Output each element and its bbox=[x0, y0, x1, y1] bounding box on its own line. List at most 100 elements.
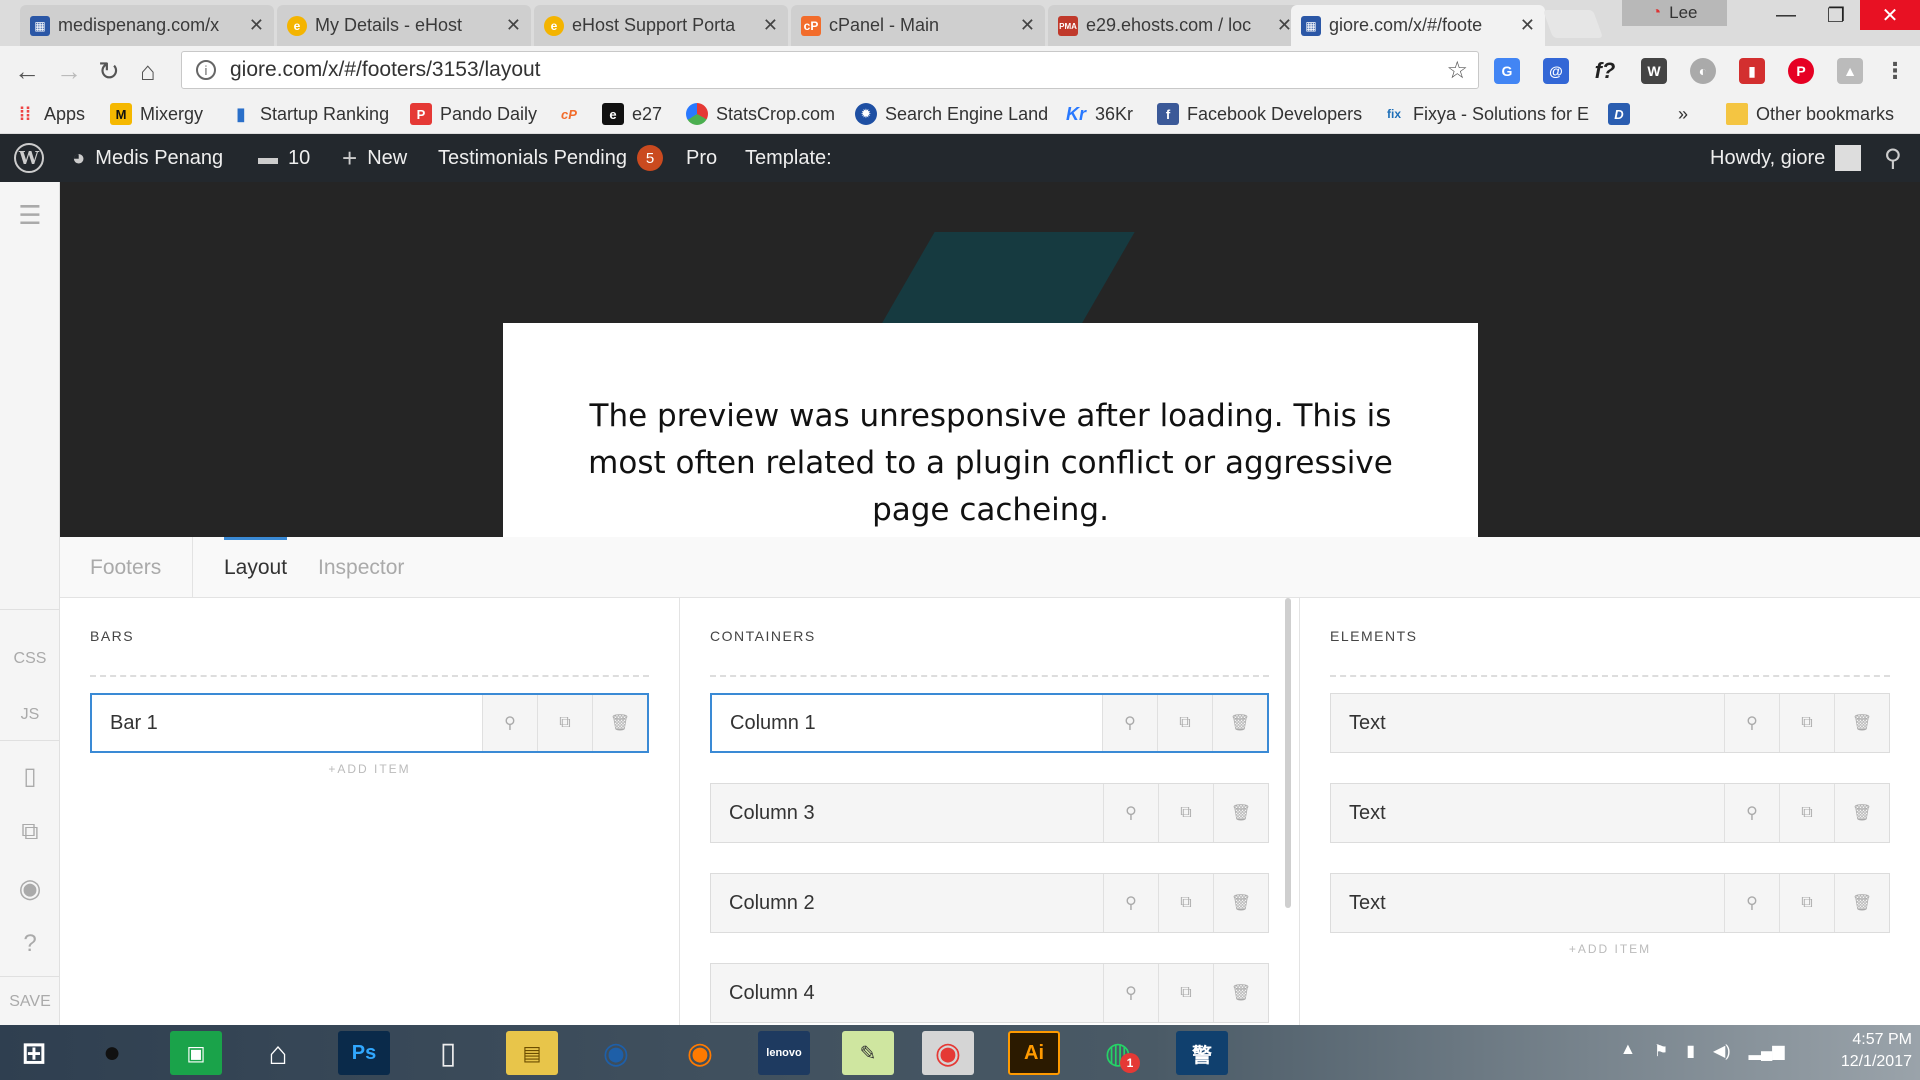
extension-icon[interactable]: ▮ bbox=[1739, 58, 1765, 84]
browser-tab[interactable]: ▦ medispenang.com/x ✕ bbox=[20, 5, 274, 46]
tab-layout[interactable]: Layout bbox=[224, 537, 288, 598]
container-item[interactable]: Column 1 ⚲ ⧉ 🗑 bbox=[710, 693, 1269, 753]
inspect-search-icon[interactable]: ⚲ bbox=[1724, 784, 1779, 842]
js-button[interactable]: JS bbox=[0, 700, 60, 730]
extension-icon[interactable]: ◐ bbox=[1690, 58, 1716, 84]
howdy-user-menu[interactable]: Howdy, giore bbox=[1710, 134, 1862, 182]
trash-icon[interactable]: 🗑 bbox=[1834, 784, 1889, 842]
close-window-button[interactable]: ✕ bbox=[1860, 0, 1920, 30]
bookmark-item[interactable]: f Facebook Developers bbox=[1157, 100, 1362, 128]
file-icon[interactable]: ▯ bbox=[422, 1031, 474, 1075]
duplicate-icon[interactable]: ⧉ bbox=[1779, 874, 1834, 932]
add-item-button[interactable]: +ADD ITEM bbox=[60, 762, 679, 776]
browser-tab[interactable]: e eHost Support Porta ✕ bbox=[534, 5, 788, 46]
trash-icon[interactable]: 🗑 bbox=[1213, 874, 1268, 932]
volume-icon[interactable]: ◀) bbox=[1713, 1041, 1731, 1061]
duplicate-icon[interactable]: ⧉ bbox=[1779, 784, 1834, 842]
admin-search-button[interactable]: ⚲ bbox=[1884, 134, 1902, 182]
network-icon[interactable]: ▂▄▆ bbox=[1749, 1041, 1785, 1061]
bookmarks-overflow-button[interactable]: » bbox=[1678, 100, 1688, 128]
pro-link[interactable]: Pro bbox=[686, 134, 717, 182]
new-content-link[interactable]: + New bbox=[342, 134, 407, 182]
menu-kebab-icon[interactable]: ⋮ bbox=[1882, 58, 1908, 84]
close-tab-icon[interactable]: ✕ bbox=[1520, 15, 1535, 36]
drive-icon[interactable]: ▲ bbox=[1837, 58, 1863, 84]
duplicate-icon[interactable]: ⧉ bbox=[1158, 784, 1213, 842]
site-name-link[interactable]: ◕ Medis Penang bbox=[72, 134, 223, 182]
inspect-search-icon[interactable]: ⚲ bbox=[1103, 784, 1158, 842]
photoshop-icon[interactable]: Ps bbox=[338, 1031, 390, 1075]
profile-button[interactable]: ◔ Lee bbox=[1622, 0, 1727, 26]
add-item-button[interactable]: +ADD ITEM bbox=[1300, 942, 1920, 956]
font-extension-icon[interactable]: f? bbox=[1592, 58, 1618, 84]
qq-icon[interactable]: ● bbox=[86, 1031, 138, 1075]
restore-button[interactable]: ❐ bbox=[1812, 0, 1860, 30]
reload-icon[interactable]: ↻ bbox=[98, 56, 120, 87]
thunderbird-icon[interactable]: ◉ bbox=[590, 1031, 642, 1075]
whatsapp-icon[interactable]: ◍ 1 bbox=[1092, 1031, 1144, 1075]
bookmark-item[interactable]: fix Fixya - Solutions for E bbox=[1383, 100, 1593, 128]
other-bookmarks-folder[interactable]: Other bookmarks bbox=[1726, 100, 1894, 128]
minimize-button[interactable]: — bbox=[1762, 0, 1810, 30]
wordpress-logo-button[interactable]: W bbox=[14, 134, 44, 182]
illustrator-icon[interactable]: Ai bbox=[1008, 1031, 1060, 1075]
tab-inspector[interactable]: Inspector bbox=[318, 537, 404, 598]
home-icon[interactable]: ⌂ bbox=[252, 1031, 304, 1075]
template-link[interactable]: Template: bbox=[745, 134, 832, 182]
bookmark-item[interactable]: StatsCrop.com bbox=[686, 100, 835, 128]
scrollbar[interactable] bbox=[1285, 598, 1291, 908]
trash-icon[interactable]: 🗑 bbox=[1213, 964, 1268, 1022]
inspect-search-icon[interactable]: ⚲ bbox=[1103, 964, 1158, 1022]
css-button[interactable]: CSS bbox=[0, 644, 60, 674]
responsive-preview-icon[interactable]: ▯ bbox=[0, 758, 60, 794]
google-translate-icon[interactable]: G bbox=[1494, 58, 1520, 84]
app-icon[interactable]: 警 bbox=[1176, 1031, 1228, 1075]
testimonials-pending-link[interactable]: Testimonials Pending 5 bbox=[438, 134, 663, 182]
lenovo-icon[interactable]: lenovo bbox=[758, 1031, 810, 1075]
element-item[interactable]: Text ⚲ ⧉ 🗑 bbox=[1330, 693, 1890, 753]
firefox-icon[interactable]: ◉ bbox=[674, 1031, 726, 1075]
comments-link[interactable]: ▬ 10 bbox=[258, 134, 310, 182]
close-tab-icon[interactable]: ✕ bbox=[763, 15, 778, 36]
new-tab-button[interactable] bbox=[1542, 10, 1604, 38]
address-bar[interactable]: i giore.com/x/#/footers/3153/layout ☆ bbox=[181, 51, 1479, 89]
browser-tab[interactable]: PMA e29.ehosts.com / loc ✕ bbox=[1048, 5, 1302, 46]
trash-icon[interactable]: 🗑 bbox=[592, 695, 647, 751]
tab-footers[interactable]: Footers bbox=[90, 537, 161, 598]
close-tab-icon[interactable]: ✕ bbox=[249, 15, 264, 36]
info-icon[interactable]: i bbox=[196, 60, 216, 80]
bookmark-item[interactable]: Kr 36Kr bbox=[1065, 100, 1133, 128]
battery-icon[interactable]: ▮ bbox=[1686, 1041, 1695, 1061]
bookmark-star-icon[interactable]: ☆ bbox=[1446, 56, 1468, 85]
bookmark-item[interactable]: M Mixergy bbox=[110, 100, 203, 128]
help-icon[interactable]: ? bbox=[0, 926, 60, 962]
close-tab-icon[interactable]: ✕ bbox=[1020, 15, 1035, 36]
inspect-search-icon[interactable]: ⚲ bbox=[1102, 695, 1157, 751]
duplicate-icon[interactable]: ⧉ bbox=[1158, 874, 1213, 932]
container-item[interactable]: Column 3 ⚲ ⧉ 🗑 bbox=[710, 783, 1269, 843]
element-item[interactable]: Text ⚲ ⧉ 🗑 bbox=[1330, 873, 1890, 933]
trash-icon[interactable]: 🗑 bbox=[1212, 695, 1267, 751]
inspect-search-icon[interactable]: ⚲ bbox=[482, 695, 537, 751]
pinterest-icon[interactable]: P bbox=[1788, 58, 1814, 84]
inspect-search-icon[interactable]: ⚲ bbox=[1103, 874, 1158, 932]
inspect-search-icon[interactable]: ⚲ bbox=[1724, 694, 1779, 752]
browser-tab[interactable]: cP cPanel - Main ✕ bbox=[791, 5, 1045, 46]
bookmark-item[interactable]: ⁞⁞ Apps bbox=[14, 100, 85, 128]
bookmark-item[interactable]: D bbox=[1608, 100, 1630, 128]
bookmark-item[interactable]: P Pando Daily bbox=[410, 100, 537, 128]
extension-icon[interactable]: @ bbox=[1543, 58, 1569, 84]
inspect-search-icon[interactable]: ⚲ bbox=[1724, 874, 1779, 932]
element-item[interactable]: Text ⚲ ⧉ 🗑 bbox=[1330, 783, 1890, 843]
bookmark-item[interactable]: cP bbox=[558, 100, 580, 128]
bar-item[interactable]: Bar 1 ⚲ ⧉ 🗑 bbox=[90, 693, 649, 753]
windows-start-icon[interactable]: ⊞ bbox=[8, 1031, 60, 1075]
bookmark-item[interactable]: ▮ Startup Ranking bbox=[230, 100, 389, 128]
flag-icon[interactable]: ⚑ bbox=[1654, 1041, 1668, 1061]
file-explorer-icon[interactable]: ▤ bbox=[506, 1031, 558, 1075]
forward-arrow-icon[interactable]: → bbox=[56, 56, 82, 87]
save-button[interactable]: SAVE bbox=[0, 985, 60, 1019]
browser-tab-active[interactable]: ▦ giore.com/x/#/foote ✕ bbox=[1291, 5, 1545, 46]
tray-up-arrow-icon[interactable]: ▲ bbox=[1620, 1041, 1636, 1061]
store-icon[interactable]: ▣ bbox=[170, 1031, 222, 1075]
